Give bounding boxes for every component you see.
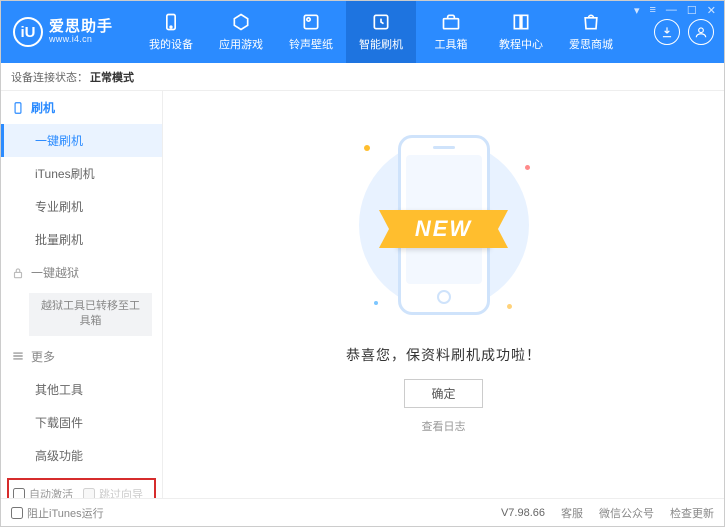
image-icon [301, 12, 321, 32]
jailbreak-note: 越狱工具已转移至工具箱 [29, 293, 152, 336]
sidebar-item-oneclick-flash[interactable]: 一键刷机 [1, 124, 162, 157]
nav-toolbox[interactable]: 工具箱 [416, 1, 486, 63]
app-logo: iU 爱思助手 www.i4.cn [1, 17, 136, 47]
app-name: 爱思助手 [49, 19, 113, 36]
view-log-link[interactable]: 查看日志 [422, 418, 466, 434]
new-ribbon: NEW [397, 210, 490, 248]
close-icon[interactable]: ✕ [707, 4, 716, 17]
checkbox-block-itunes[interactable]: 阻止iTunes运行 [11, 505, 104, 521]
toolbox-icon [441, 12, 461, 32]
nav-ringtones[interactable]: 铃声壁纸 [276, 1, 346, 63]
nav-label: 智能刷机 [359, 36, 403, 52]
checkbox-label: 自动激活 [29, 486, 73, 498]
version-label: V7.98.66 [501, 507, 545, 519]
nav-label: 爱思商城 [569, 36, 613, 52]
logo-badge-icon: iU [13, 17, 43, 47]
app-url: www.i4.cn [49, 35, 113, 45]
checkbox-label: 跳过向导 [99, 486, 143, 498]
menu-lines-icon [11, 349, 25, 363]
user-button[interactable] [688, 19, 714, 45]
app-icon [231, 12, 251, 32]
lock-icon [11, 266, 25, 280]
phone-icon [11, 101, 25, 115]
footer-link-update[interactable]: 检查更新 [670, 505, 714, 521]
nav-label: 工具箱 [435, 36, 468, 52]
highlight-box: 自动激活 跳过向导 [7, 478, 156, 498]
sidebar-item-download-firmware[interactable]: 下载固件 [1, 406, 162, 439]
user-icon [694, 25, 708, 39]
nav-store[interactable]: 爱思商城 [556, 1, 626, 63]
sidebar-item-advanced[interactable]: 高级功能 [1, 439, 162, 472]
book-icon [511, 12, 531, 32]
footer-link-wechat[interactable]: 微信公众号 [599, 505, 654, 521]
nav-label: 铃声壁纸 [289, 36, 333, 52]
nav-apps[interactable]: 应用游戏 [206, 1, 276, 63]
download-button[interactable] [654, 19, 680, 45]
nav-flash[interactable]: 智能刷机 [346, 1, 416, 63]
store-icon [581, 12, 601, 32]
menu-icon[interactable]: ≡ [649, 4, 655, 17]
download-icon [660, 25, 674, 39]
status-label: 设备连接状态： [11, 69, 88, 85]
ok-button[interactable]: 确定 [404, 379, 482, 408]
minimize-icon[interactable]: — [666, 4, 677, 17]
sidebar-item-batch-flash[interactable]: 批量刷机 [1, 223, 162, 256]
section-title: 刷机 [31, 99, 55, 116]
skip-guide-input [83, 488, 95, 498]
sidebar-item-pro-flash[interactable]: 专业刷机 [1, 190, 162, 223]
checkbox-auto-activate[interactable]: 自动激活 [13, 486, 73, 498]
auto-activate-input[interactable] [13, 488, 25, 498]
nav-tutorials[interactable]: 教程中心 [486, 1, 556, 63]
checkbox-skip-guide[interactable]: 跳过向导 [83, 486, 143, 498]
section-title: 一键越狱 [31, 264, 79, 281]
flash-icon [371, 12, 391, 32]
status-value: 正常模式 [90, 69, 134, 85]
maximize-icon[interactable]: ☐ [687, 4, 697, 17]
nav-label: 我的设备 [149, 36, 193, 52]
success-message: 恭喜您，保资料刷机成功啦！ [346, 345, 541, 365]
success-illustration: NEW [334, 115, 554, 335]
nav-label: 应用游戏 [219, 36, 263, 52]
device-icon [161, 12, 181, 32]
status-bar: 设备连接状态： 正常模式 [1, 63, 724, 91]
block-itunes-input[interactable] [11, 507, 23, 519]
nav-my-device[interactable]: 我的设备 [136, 1, 206, 63]
nav-label: 教程中心 [499, 36, 543, 52]
tray-icon[interactable]: ▾ [634, 4, 640, 17]
sidebar-section-more[interactable]: 更多 [1, 340, 162, 373]
sidebar-item-other-tools[interactable]: 其他工具 [1, 373, 162, 406]
checkbox-label: 阻止iTunes运行 [27, 505, 104, 521]
sidebar-item-itunes-flash[interactable]: iTunes刷机 [1, 157, 162, 190]
section-title: 更多 [31, 348, 55, 365]
footer-link-support[interactable]: 客服 [561, 505, 583, 521]
sidebar-section-jailbreak: 一键越狱 [1, 256, 162, 289]
sidebar-section-flash[interactable]: 刷机 [1, 91, 162, 124]
